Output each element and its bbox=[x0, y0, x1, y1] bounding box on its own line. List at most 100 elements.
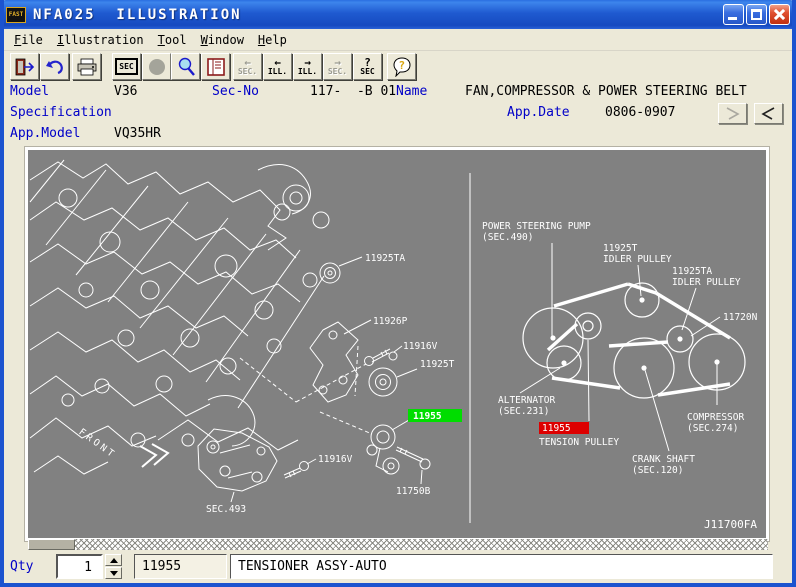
right-arrow-icon: → bbox=[334, 55, 341, 69]
appmodel-value: VQ35HR bbox=[114, 126, 161, 141]
magnifier-icon bbox=[178, 57, 195, 76]
label-ps-pump-sec: (SEC.490) bbox=[482, 232, 533, 243]
part-label-11750b[interactable]: 11750B bbox=[396, 486, 431, 497]
circle-icon bbox=[148, 58, 165, 75]
label-crank-shaft-sec: (SEC.120) bbox=[632, 465, 683, 476]
quantity-stepper bbox=[105, 554, 122, 579]
app-logo-icon: FAST bbox=[6, 6, 26, 23]
maximize-icon bbox=[751, 9, 762, 20]
detached-parts bbox=[139, 256, 431, 503]
print-button[interactable] bbox=[72, 53, 101, 80]
part-name-field: TENSIONER ASSY-AUTO bbox=[230, 554, 773, 579]
status-bar: Qty 1 11955 TENSIONER ASSY-AUTO bbox=[4, 551, 792, 583]
label-idler-ta-no: 11925TA bbox=[672, 266, 712, 277]
label-ps-pump: POWER STEERING PUMP bbox=[482, 221, 591, 232]
help-balloon-icon: ? bbox=[392, 56, 411, 77]
menu-file[interactable]: File bbox=[10, 31, 53, 49]
scrollbar-thumb[interactable] bbox=[28, 539, 75, 550]
next-illustration-button[interactable]: → ILL. bbox=[293, 53, 322, 80]
right-arrow-icon: → bbox=[304, 55, 311, 69]
exit-door-icon bbox=[15, 58, 34, 75]
left-arrow-icon: ← bbox=[274, 55, 281, 69]
model-value: V36 bbox=[114, 84, 138, 99]
part-label-11925ta[interactable]: 11925TA bbox=[365, 253, 405, 264]
next-section-button[interactable]: → SEC. bbox=[323, 53, 352, 80]
circle-button[interactable] bbox=[142, 53, 171, 80]
label-idler-ta-name: IDLER PULLEY bbox=[672, 277, 741, 288]
horizontal-scrollbar[interactable] bbox=[28, 539, 768, 550]
exit-button[interactable] bbox=[10, 53, 39, 80]
belt-path bbox=[546, 282, 731, 397]
menu-help[interactable]: Help bbox=[254, 31, 297, 49]
label-idler-t-name: IDLER PULLEY bbox=[603, 254, 672, 265]
qty-decrement-button[interactable] bbox=[105, 567, 122, 579]
minimize-button[interactable] bbox=[723, 4, 744, 25]
name-value: FAN,COMPRESSOR & POWER STEERING BELT bbox=[465, 84, 747, 99]
prev-page-button[interactable] bbox=[754, 103, 783, 124]
section-help-button[interactable]: ? SEC bbox=[353, 53, 382, 80]
book-button[interactable] bbox=[201, 53, 230, 80]
label-tension-pulley: TENSION PULLEY bbox=[539, 437, 619, 448]
svg-text:?: ? bbox=[398, 59, 405, 72]
qty-increment-button[interactable] bbox=[105, 554, 122, 566]
section-ref-493[interactable]: SEC.493 bbox=[206, 504, 246, 515]
undo-button[interactable] bbox=[40, 53, 69, 80]
secno-label: Sec-No bbox=[212, 84, 259, 99]
model-label: Model bbox=[10, 84, 50, 99]
menu-window[interactable]: Window bbox=[197, 31, 254, 49]
title-bar[interactable]: FAST NFA025 ILLUSTRATION bbox=[0, 0, 796, 29]
close-button[interactable] bbox=[769, 4, 790, 25]
book-icon bbox=[206, 57, 225, 76]
window-title: NFA025 ILLUSTRATION bbox=[33, 6, 242, 23]
down-arrow-icon bbox=[110, 571, 118, 576]
prev-illustration-button[interactable]: ← ILL. bbox=[263, 53, 292, 80]
help-button[interactable]: ? bbox=[387, 53, 416, 80]
part-label-11916v-b[interactable]: 11916V bbox=[318, 454, 353, 465]
part-label-11916v-a[interactable]: 11916V bbox=[403, 341, 438, 352]
secno-value: 117- -B 01 bbox=[310, 84, 397, 99]
question-icon: ? bbox=[364, 55, 371, 69]
appdate-value: 0806-0907 bbox=[605, 105, 676, 120]
part-label-11955-green[interactable]: 11955 bbox=[413, 411, 442, 422]
next-page-button[interactable] bbox=[718, 103, 747, 124]
prev-section-button[interactable]: ← SEC. bbox=[233, 53, 262, 80]
appdate-label: App.Date bbox=[507, 105, 570, 120]
application-window: { "window": { "logo": "FAST", "title": "… bbox=[0, 0, 796, 587]
menu-illustration[interactable]: Illustration bbox=[53, 31, 154, 49]
label-compressor: COMPRESSOR bbox=[687, 412, 744, 423]
label-tension-part-no[interactable]: 11955 bbox=[542, 423, 571, 434]
figure-id: J11700FA bbox=[704, 518, 757, 531]
assembly-centerlines bbox=[239, 345, 373, 435]
prev-page-icon bbox=[761, 107, 775, 120]
front-direction-label: FRONT bbox=[76, 427, 118, 462]
search-button[interactable] bbox=[171, 53, 200, 80]
part-number-field: 11955 bbox=[134, 554, 227, 579]
qty-input[interactable]: 1 bbox=[56, 554, 103, 579]
label-alternator-sec: (SEC.231) bbox=[498, 406, 549, 417]
label-idler-t-no: 11925T bbox=[603, 243, 638, 254]
name-label: Name bbox=[396, 84, 428, 99]
specification-label: Specification bbox=[10, 105, 112, 120]
part-label-11925t[interactable]: 11925T bbox=[420, 359, 455, 370]
menu-tool[interactable]: Tool bbox=[154, 31, 197, 49]
label-compressor-sec: (SEC.274) bbox=[687, 423, 738, 434]
maximize-button[interactable] bbox=[746, 4, 767, 25]
appmodel-label: App.Model bbox=[10, 126, 81, 141]
sec-box-icon: SEC bbox=[115, 58, 138, 75]
label-belt-11720n: 11720N bbox=[723, 312, 758, 323]
qty-label: Qty bbox=[10, 559, 34, 574]
menu-bar: File Illustration Tool Window Help bbox=[4, 29, 792, 51]
part-label-11926p[interactable]: 11926P bbox=[373, 316, 408, 327]
toolbar: SEC ← SEC. ← ILL. → ILL. → SEC. ? SEC ? bbox=[4, 51, 792, 83]
engine-line-art bbox=[29, 159, 330, 475]
undo-arrow-icon bbox=[45, 60, 63, 74]
parts-illustration: 11925TA 11926P 11916V 11925T 11955 11916… bbox=[29, 159, 758, 531]
next-page-icon bbox=[726, 107, 740, 120]
illustration-frame: 11925TA 11926P 11916V 11925T 11955 11916… bbox=[24, 146, 770, 542]
sec-view-button[interactable]: SEC bbox=[112, 53, 141, 80]
illustration-canvas[interactable]: 11925TA 11926P 11916V 11925T 11955 11916… bbox=[28, 150, 766, 538]
up-arrow-icon bbox=[110, 558, 118, 563]
label-alternator: ALTERNATOR bbox=[498, 395, 555, 406]
left-arrow-icon: ← bbox=[244, 55, 251, 69]
info-panel: Model V36 Sec-No 117- -B 01 Name FAN,COM… bbox=[4, 83, 792, 146]
